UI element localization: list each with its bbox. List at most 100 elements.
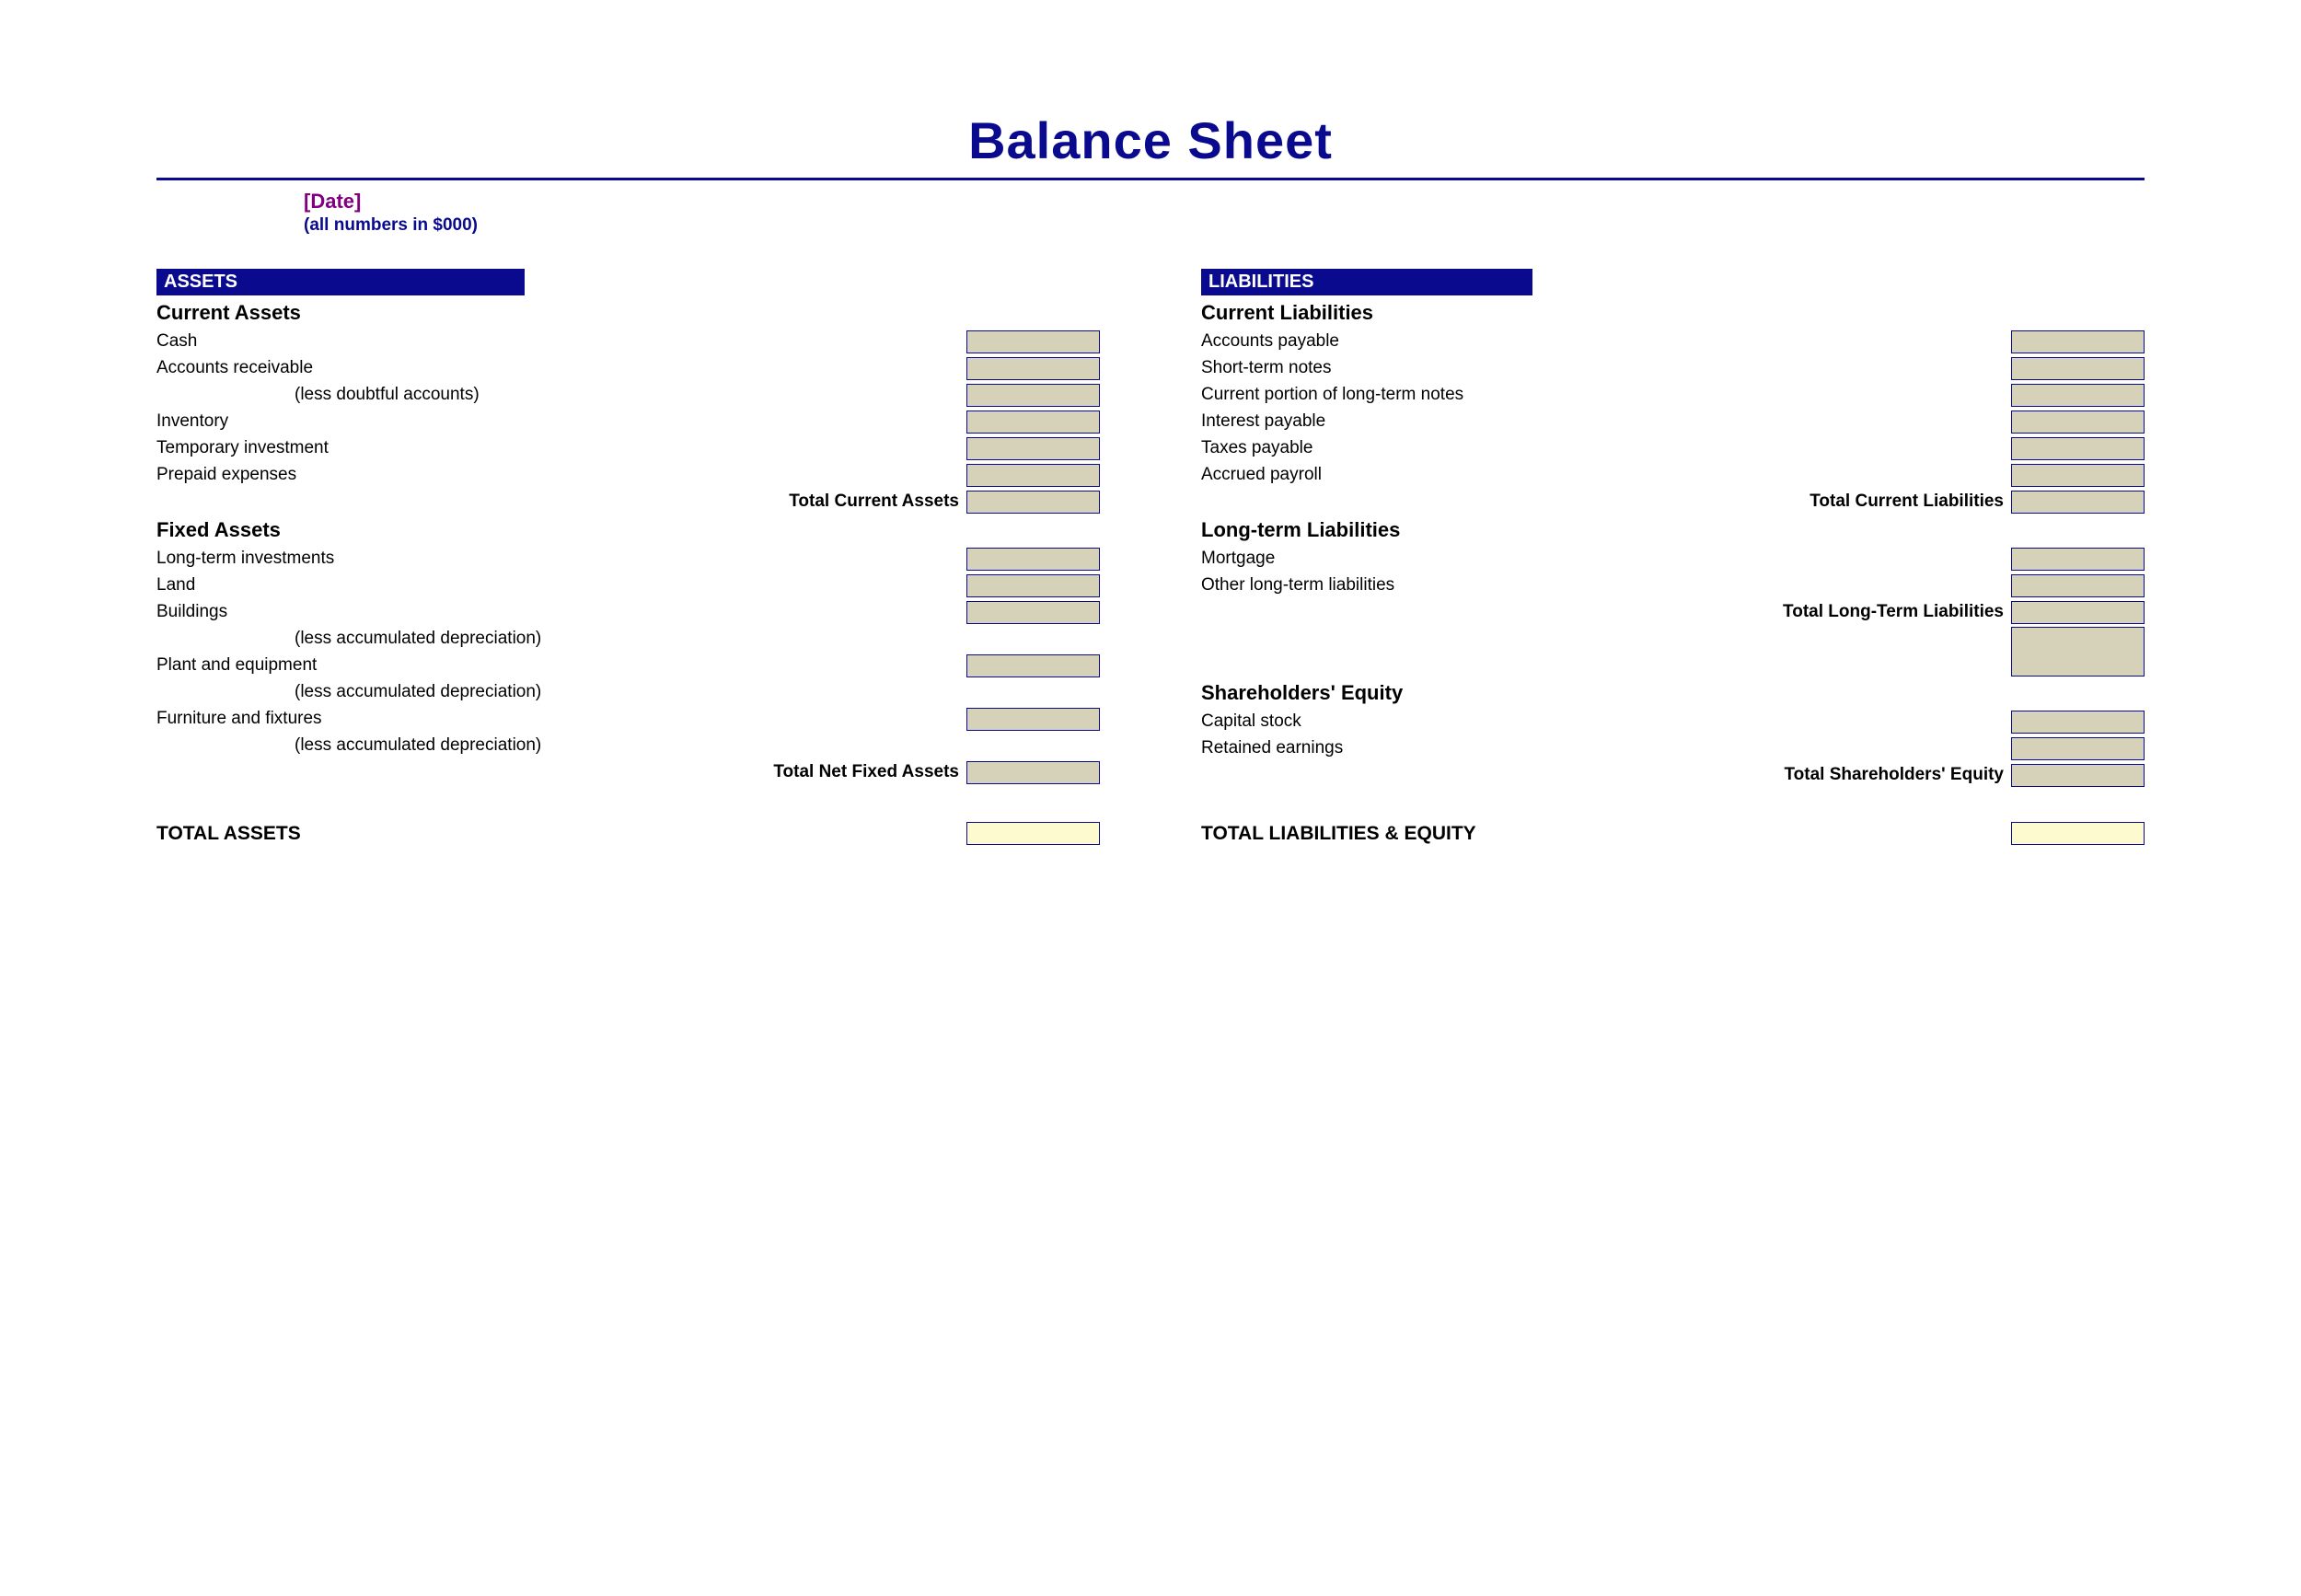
liabilities-header: LIABILITIES bbox=[1201, 269, 1532, 295]
row-cash: Cash bbox=[156, 329, 1100, 354]
cell-taxes[interactable] bbox=[2011, 437, 2145, 460]
label-total-fixed-assets: Total Net Fixed Assets bbox=[156, 762, 966, 782]
label-inventory: Inventory bbox=[156, 411, 966, 432]
row-buildings: Buildings bbox=[156, 599, 1100, 625]
document-title: Balance Sheet bbox=[156, 110, 2145, 170]
row-ap: Accounts payable bbox=[1201, 329, 2145, 354]
row-total-current-liabilities: Total Current Liabilities bbox=[1201, 489, 2145, 515]
cell-ap[interactable] bbox=[2011, 330, 2145, 353]
row-taxes: Taxes payable bbox=[1201, 435, 2145, 461]
cell-temp-inv[interactable] bbox=[966, 437, 1100, 460]
row-less-doubtful: (less doubtful accounts) bbox=[156, 382, 1100, 408]
row-cp-lt: Current portion of long-term notes bbox=[1201, 382, 2145, 408]
label-total-lt: Total Long-Term Liabilities bbox=[1201, 602, 2011, 622]
liabilities-column: LIABILITIES Current Liabilities Accounts… bbox=[1201, 269, 2145, 789]
label-lti: Long-term investments bbox=[156, 549, 966, 569]
cell-less-doubtful[interactable] bbox=[966, 384, 1100, 407]
label-cp-lt: Current portion of long-term notes bbox=[1201, 385, 2011, 405]
longterm-liabilities-heading: Long-term Liabilities bbox=[1201, 518, 2145, 542]
row-land: Land bbox=[156, 572, 1100, 598]
row-accounts-receivable: Accounts receivable bbox=[156, 355, 1100, 381]
label-temp-inv: Temporary investment bbox=[156, 438, 966, 458]
row-plant: Plant and equipment bbox=[156, 653, 1100, 678]
current-assets-heading: Current Assets bbox=[156, 301, 1100, 325]
row-payroll: Accrued payroll bbox=[1201, 462, 2145, 488]
row-temp-investment: Temporary investment bbox=[156, 435, 1100, 461]
cell-st-notes[interactable] bbox=[2011, 357, 2145, 380]
cell-total-fixed-assets[interactable] bbox=[966, 761, 1100, 784]
cell-ar[interactable] bbox=[966, 357, 1100, 380]
row-furniture: Furniture and fixtures bbox=[156, 706, 1100, 732]
row-st-notes: Short-term notes bbox=[1201, 355, 2145, 381]
label-prepaid: Prepaid expenses bbox=[156, 465, 966, 485]
label-taxes: Taxes payable bbox=[1201, 438, 2011, 458]
cell-total-lt[interactable] bbox=[2011, 601, 2145, 624]
label-less-dep3: (less accumulated depreciation) bbox=[156, 735, 966, 756]
current-liabilities-heading: Current Liabilities bbox=[1201, 301, 2145, 325]
cell-capital[interactable] bbox=[2011, 711, 2145, 734]
label-less-dep1: (less accumulated depreciation) bbox=[156, 629, 966, 649]
cell-cp-lt[interactable] bbox=[2011, 384, 2145, 407]
cell-land[interactable] bbox=[966, 574, 1100, 597]
row-spacer-tall bbox=[1201, 626, 2145, 677]
row-total-equity: Total Shareholders' Equity bbox=[1201, 762, 2145, 788]
label-total-cl: Total Current Liabilities bbox=[1201, 492, 2011, 512]
cell-total-equity[interactable] bbox=[2011, 764, 2145, 787]
cell-buildings[interactable] bbox=[966, 601, 1100, 624]
label-cash: Cash bbox=[156, 331, 966, 352]
label-capital: Capital stock bbox=[1201, 711, 2011, 732]
cell-total-assets[interactable] bbox=[966, 822, 1100, 845]
cell-less-dep2 bbox=[966, 681, 1100, 704]
cell-payroll[interactable] bbox=[2011, 464, 2145, 487]
label-total-assets: TOTAL ASSETS bbox=[156, 823, 966, 845]
label-st-notes: Short-term notes bbox=[1201, 358, 2011, 378]
cell-total-cl[interactable] bbox=[2011, 491, 2145, 514]
label-less-doubtful: (less doubtful accounts) bbox=[156, 385, 966, 405]
cell-less-dep3 bbox=[966, 734, 1100, 758]
equity-heading: Shareholders' Equity bbox=[1201, 681, 2145, 705]
cell-plant[interactable] bbox=[966, 654, 1100, 677]
row-other-lt: Other long-term liabilities bbox=[1201, 572, 2145, 598]
label-interest: Interest payable bbox=[1201, 411, 2011, 432]
label-land: Land bbox=[156, 575, 966, 596]
assets-column: ASSETS Current Assets Cash Accounts rece… bbox=[156, 269, 1100, 789]
row-total-fixed-assets: Total Net Fixed Assets bbox=[156, 759, 1100, 785]
row-less-dep2: (less accumulated depreciation) bbox=[156, 679, 1100, 705]
label-total-equity: Total Shareholders' Equity bbox=[1201, 765, 2011, 785]
label-total-liab-equity: TOTAL LIABILITIES & EQUITY bbox=[1201, 823, 2011, 845]
row-inventory: Inventory bbox=[156, 409, 1100, 434]
label-plant: Plant and equipment bbox=[156, 655, 966, 676]
label-payroll: Accrued payroll bbox=[1201, 465, 2011, 485]
row-total-assets: TOTAL ASSETS bbox=[156, 822, 1100, 845]
cell-mortgage[interactable] bbox=[2011, 548, 2145, 571]
cell-lti[interactable] bbox=[966, 548, 1100, 571]
fixed-assets-heading: Fixed Assets bbox=[156, 518, 1100, 542]
cell-furniture[interactable] bbox=[966, 708, 1100, 731]
row-interest: Interest payable bbox=[1201, 409, 2145, 434]
label-other-lt: Other long-term liabilities bbox=[1201, 575, 2011, 596]
date-placeholder: [Date] bbox=[304, 190, 2145, 214]
cell-total-liab-equity[interactable] bbox=[2011, 822, 2145, 845]
row-less-dep3: (less accumulated depreciation) bbox=[156, 733, 1100, 758]
row-less-dep1: (less accumulated depreciation) bbox=[156, 626, 1100, 652]
cell-spacer-tall[interactable] bbox=[2011, 627, 2145, 677]
cell-cash[interactable] bbox=[966, 330, 1100, 353]
row-total-liab-equity: TOTAL LIABILITIES & EQUITY bbox=[1201, 822, 2145, 845]
cell-total-current-assets[interactable] bbox=[966, 491, 1100, 514]
cell-retained[interactable] bbox=[2011, 737, 2145, 760]
cell-interest[interactable] bbox=[2011, 411, 2145, 434]
title-rule bbox=[156, 178, 2145, 180]
label-less-dep2: (less accumulated depreciation) bbox=[156, 682, 966, 702]
label-ap: Accounts payable bbox=[1201, 331, 2011, 352]
row-lti: Long-term investments bbox=[156, 546, 1100, 572]
label-ar: Accounts receivable bbox=[156, 358, 966, 378]
cell-inventory[interactable] bbox=[966, 411, 1100, 434]
columns: ASSETS Current Assets Cash Accounts rece… bbox=[156, 269, 2145, 789]
cell-prepaid[interactable] bbox=[966, 464, 1100, 487]
grand-totals: TOTAL ASSETS TOTAL LIABILITIES & EQUITY bbox=[156, 822, 2145, 845]
row-capital: Capital stock bbox=[1201, 709, 2145, 734]
units-note: (all numbers in $000) bbox=[304, 215, 2145, 236]
cell-less-dep1 bbox=[966, 628, 1100, 651]
row-mortgage: Mortgage bbox=[1201, 546, 2145, 572]
cell-other-lt[interactable] bbox=[2011, 574, 2145, 597]
